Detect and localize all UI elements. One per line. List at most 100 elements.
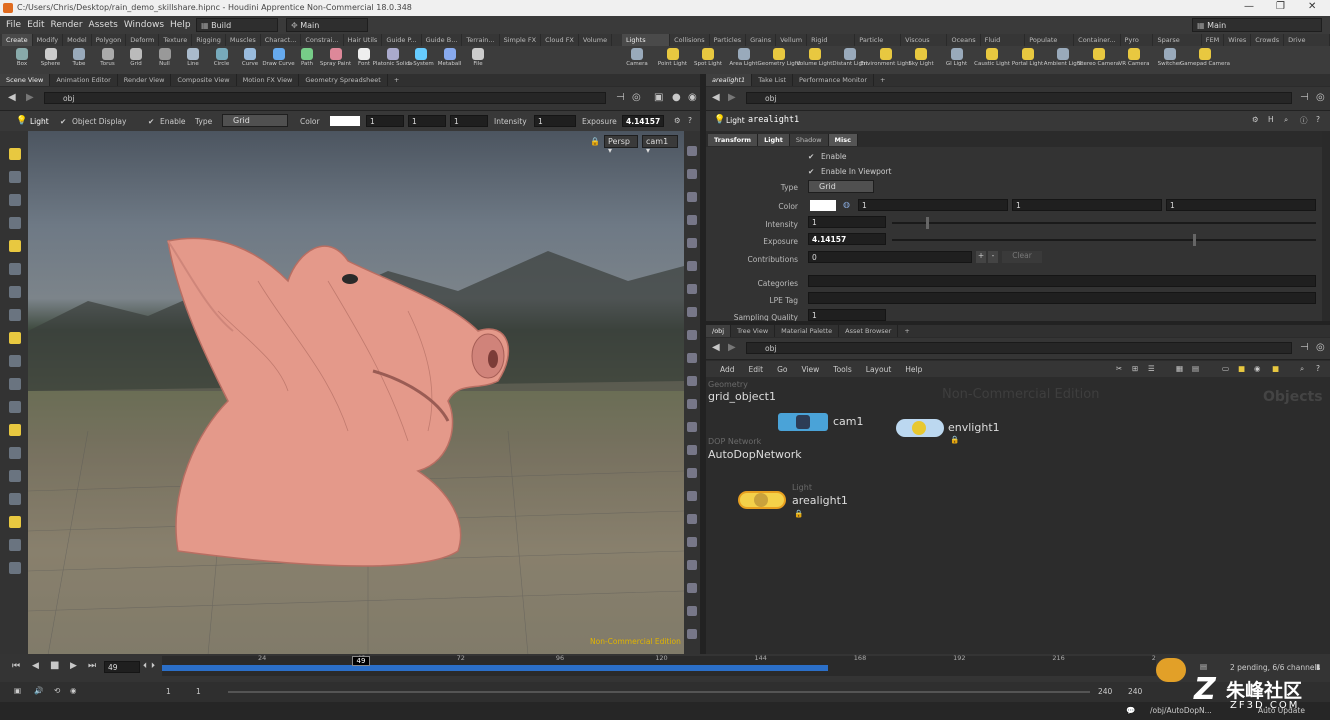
shelf-tab-oceans[interactable]: Oceans (947, 34, 981, 46)
enable-checkbox[interactable]: ✔ (148, 117, 154, 126)
node-grid-object1[interactable]: grid_object1 (708, 390, 776, 403)
tab-animation-editor[interactable]: Animation Editor (50, 74, 118, 86)
grid-icon[interactable]: ▦ (1176, 364, 1183, 373)
shelf-tab-deform[interactable]: Deform (126, 34, 160, 46)
shelf-tab-particles[interactable]: Particles (710, 34, 747, 46)
left-path-field[interactable]: obj (44, 92, 606, 104)
categories-field[interactable] (808, 275, 1316, 287)
back-arrow-icon[interactable]: ◀ (8, 92, 16, 103)
tab-material-palette[interactable]: Material Palette (775, 325, 840, 337)
channel-list-icon[interactable]: ▤ (1200, 662, 1207, 671)
viewport-option-icon[interactable] (687, 468, 697, 478)
exposure-field[interactable]: 4.14157 (808, 233, 886, 245)
shelf-tab-viscous-fl[interactable]: Viscous Fl... (901, 34, 948, 46)
forward-arrow-icon[interactable]: ▶ (728, 342, 736, 353)
snap-icon[interactable] (9, 332, 21, 344)
help-icon[interactable]: ? (1316, 115, 1320, 124)
display-icon[interactable]: ▣ (654, 92, 663, 103)
tool-gamepad-camera[interactable]: Gamepad Camera (1180, 48, 1230, 67)
tool-area-light[interactable]: Area Light (727, 48, 761, 67)
add-tab-icon[interactable]: + (388, 74, 405, 86)
viewport-option-icon[interactable] (687, 330, 697, 340)
tab-performance-monitor[interactable]: Performance Monitor (793, 74, 874, 86)
color-g-field[interactable]: 1 (408, 115, 446, 127)
tool-ambient-light[interactable]: Ambient Light (1044, 48, 1082, 67)
handle-icon[interactable] (9, 194, 21, 206)
back-arrow-icon[interactable]: ◀ (712, 342, 720, 353)
brush-icon[interactable] (9, 263, 21, 275)
exposure-field[interactable]: 4.14157 (622, 115, 664, 127)
viewport-option-icon[interactable] (687, 491, 697, 501)
shelf-tab-volume[interactable]: Volume (579, 34, 613, 46)
move-icon[interactable] (9, 217, 21, 229)
menu-help[interactable]: Help (905, 365, 922, 374)
network-path-field[interactable]: obj (746, 342, 1292, 354)
menu-help[interactable]: Help (170, 20, 191, 30)
intensity-slider-handle[interactable] (925, 217, 929, 229)
viewport-option-icon[interactable] (687, 399, 697, 409)
color-b-field[interactable]: 1 (450, 115, 488, 127)
search-icon[interactable]: ⌕ (1300, 364, 1304, 374)
menu-edit[interactable]: Edit (749, 365, 764, 374)
enable-checkbox[interactable]: ✔ (808, 152, 814, 161)
search-icon[interactable]: ⌕ (1284, 115, 1288, 125)
shelf-tab-modify[interactable]: Modify (33, 34, 64, 46)
shelf-tab-fem[interactable]: FEM (1202, 34, 1225, 46)
shelf-tab-muscles[interactable]: Muscles (226, 34, 261, 46)
playback-end-field[interactable]: 240 (1098, 687, 1112, 696)
shelf-tab-vellum[interactable]: Vellum (776, 34, 808, 46)
shelf-tab-simple-fx[interactable]: Simple FX (500, 34, 542, 46)
color-wheel-icon[interactable]: ◍ (843, 200, 850, 209)
contributions-field[interactable]: 0 (808, 251, 972, 263)
shelf-tab-pyro-fx[interactable]: Pyro FX (1121, 34, 1154, 46)
node-cam1[interactable] (778, 409, 828, 435)
step-forward-icon[interactable]: ⏵ (151, 661, 155, 671)
shelf-tab-grains[interactable]: Grains (746, 34, 777, 46)
tab-obj[interactable]: /obj (706, 325, 732, 337)
menu-go[interactable]: Go (777, 365, 787, 374)
type-select[interactable]: Grid (808, 180, 874, 193)
tab-tree-view[interactable]: Tree View (731, 325, 776, 337)
node-arealight1[interactable] (738, 487, 786, 513)
tab-composite-view[interactable]: Composite View (171, 74, 237, 86)
range-start-field[interactable]: 1 (166, 687, 171, 696)
sphere-icon[interactable] (9, 493, 21, 505)
color-swatch[interactable] (330, 116, 360, 126)
audio-icon[interactable]: 🔊 (34, 686, 43, 695)
forward-arrow-icon[interactable]: ▶ (26, 92, 34, 103)
sampling-quality-field[interactable]: 1 (808, 309, 886, 321)
link-icon[interactable]: ◎ (632, 92, 641, 103)
menu-layout[interactable]: Layout (866, 365, 892, 374)
ruler-icon[interactable] (9, 424, 21, 436)
tab-asset-browser[interactable]: Asset Browser (839, 325, 899, 337)
keyframe-tool-icon[interactable] (1156, 658, 1186, 682)
view-icon[interactable] (9, 171, 21, 183)
render-icon[interactable] (9, 309, 21, 321)
tool-caustic-light[interactable]: Caustic Light (974, 48, 1010, 67)
tab-scene-view[interactable]: Scene View (0, 74, 51, 86)
tool-portal-light[interactable]: Portal Light (1011, 48, 1045, 67)
color-r-field[interactable]: 1 (366, 115, 404, 127)
step-back-icon[interactable]: ⏴ (143, 661, 147, 671)
drop-icon[interactable] (9, 355, 21, 367)
tool-environment-light[interactable]: Environment Light (860, 48, 911, 67)
subtab-transform[interactable]: Transform (708, 134, 759, 146)
tab-arealight1[interactable]: arealight1 (706, 74, 753, 86)
sticky-note-icon[interactable]: ■ (1238, 364, 1245, 373)
network-editor[interactable]: Non-Commercial Edition Objects Geometry … (706, 377, 1330, 654)
tab-take-list[interactable]: Take List (752, 74, 794, 86)
viewport-option-icon[interactable] (687, 284, 697, 294)
magnet-icon[interactable] (9, 286, 21, 298)
enable-viewport-checkbox[interactable]: ✔ (808, 167, 814, 176)
viewport-option-icon[interactable] (687, 146, 697, 156)
color-b-field[interactable]: 1 (1166, 199, 1316, 211)
badge-icon[interactable]: ■ (1272, 364, 1279, 373)
viewport-option-icon[interactable] (687, 606, 697, 616)
tab-geometry-spreadsheet[interactable]: Geometry Spreadsheet (299, 74, 388, 86)
wire-icon[interactable] (9, 539, 21, 551)
context-select[interactable]: ✥ Main (286, 18, 368, 32)
tab-motion-fx-view[interactable]: Motion FX View (237, 74, 300, 86)
menu-render[interactable]: Render (51, 20, 83, 30)
param-scrollbar[interactable] (1322, 131, 1330, 321)
viewport-option-icon[interactable] (687, 192, 697, 202)
